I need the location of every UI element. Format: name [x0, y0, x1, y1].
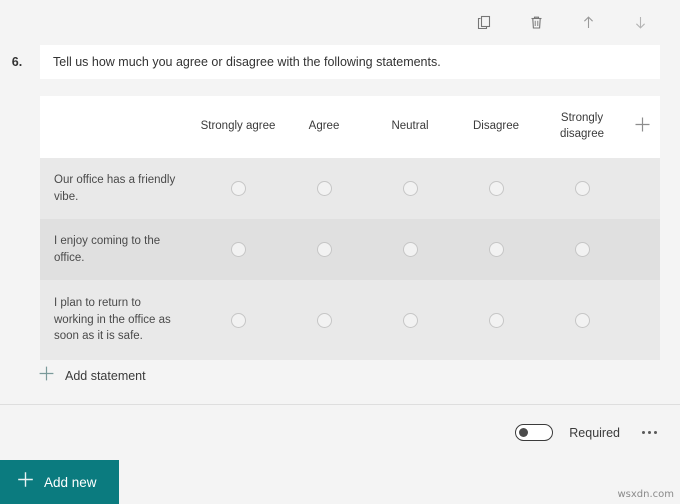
question-footer: Required: [0, 405, 680, 460]
move-question-down-button[interactable]: [626, 8, 654, 36]
move-down-icon: [632, 14, 649, 31]
dot: [641, 431, 645, 434]
plus-icon: [633, 115, 652, 139]
matrix-cell-r1c4[interactable]: [539, 242, 625, 257]
matrix-cell-r1c1[interactable]: [281, 242, 367, 257]
matrix-cell-r2c2[interactable]: [367, 312, 453, 328]
radio-button[interactable]: [402, 312, 418, 328]
matrix-cell-r0c0[interactable]: [195, 181, 281, 196]
radio-button[interactable]: [574, 312, 590, 328]
matrix-cell-r0c2[interactable]: [367, 181, 453, 196]
add-new-label: Add new: [44, 474, 97, 490]
dot: [647, 431, 651, 434]
delete-question-button[interactable]: [522, 8, 550, 36]
add-statement-label: Add statement: [65, 369, 146, 383]
radio-button[interactable]: [230, 312, 246, 328]
dot: [653, 431, 657, 434]
radio-button[interactable]: [574, 242, 590, 257]
matrix-cell-r1c2[interactable]: [367, 242, 453, 257]
matrix-cell-r2c1[interactable]: [281, 312, 367, 328]
radio-button[interactable]: [488, 312, 504, 328]
matrix-question-grid: Strongly agree Agree Neutral Disagree St…: [40, 96, 660, 360]
radio-button[interactable]: [316, 312, 332, 328]
copy-icon: [476, 14, 493, 31]
question-title-row: 6. Tell us how much you agree or disagre…: [0, 45, 680, 79]
radio-button[interactable]: [402, 181, 418, 196]
radio-button[interactable]: [316, 242, 332, 257]
question-number: 6.: [11, 55, 23, 69]
matrix-column-header-2[interactable]: Neutral: [367, 119, 453, 135]
copy-question-button[interactable]: [470, 8, 498, 36]
matrix-cell-r1c3[interactable]: [453, 242, 539, 257]
required-label: Required: [569, 425, 620, 440]
table-row: Our office has a friendly vibe.: [40, 158, 660, 219]
radio-button[interactable]: [488, 242, 504, 257]
move-up-icon: [580, 14, 597, 31]
matrix-row-label-2[interactable]: I plan to return to working in the offic…: [40, 295, 195, 345]
matrix-column-header-4[interactable]: Strongly disagree: [539, 111, 625, 142]
move-question-up-button[interactable]: [574, 8, 602, 36]
radio-button[interactable]: [230, 242, 246, 257]
plus-icon: [16, 470, 35, 494]
more-options-button[interactable]: [636, 420, 662, 446]
matrix-cell-r2c0[interactable]: [195, 312, 281, 328]
matrix-cell-r2c3[interactable]: [453, 312, 539, 328]
matrix-cell-r2c4[interactable]: [539, 312, 625, 328]
matrix-column-header-0[interactable]: Strongly agree: [195, 119, 281, 135]
question-card: 6. Tell us how much you agree or disagre…: [0, 45, 680, 79]
table-row: I enjoy coming to the office.: [40, 219, 660, 280]
table-row: I plan to return to working in the offic…: [40, 280, 660, 360]
matrix-column-header-1[interactable]: Agree: [281, 119, 367, 135]
plus-icon: [38, 365, 55, 387]
matrix-header-row: Strongly agree Agree Neutral Disagree St…: [40, 96, 660, 158]
add-column-button[interactable]: [625, 115, 660, 139]
matrix-row-label-0[interactable]: Our office has a friendly vibe.: [40, 172, 195, 205]
matrix-cell-r0c1[interactable]: [281, 181, 367, 196]
radio-button[interactable]: [488, 181, 504, 196]
delete-icon: [528, 14, 545, 31]
required-toggle[interactable]: [515, 424, 554, 441]
matrix-cell-r0c3[interactable]: [453, 181, 539, 196]
matrix-cell-r1c0[interactable]: [195, 242, 281, 257]
question-title-input[interactable]: Tell us how much you agree or disagree w…: [40, 45, 660, 79]
add-statement-button[interactable]: Add statement: [38, 364, 146, 388]
radio-button[interactable]: [230, 181, 246, 196]
watermark: wsxdn.com: [617, 489, 674, 500]
radio-button[interactable]: [574, 181, 590, 196]
radio-button[interactable]: [402, 242, 418, 257]
add-new-button[interactable]: Add new: [0, 460, 119, 504]
radio-button[interactable]: [316, 181, 332, 196]
matrix-column-header-3[interactable]: Disagree: [453, 119, 539, 135]
question-toolbar: [0, 0, 680, 44]
matrix-row-label-1[interactable]: I enjoy coming to the office.: [40, 233, 195, 266]
matrix-cell-r0c4[interactable]: [539, 181, 625, 196]
toggle-knob: [519, 428, 529, 437]
